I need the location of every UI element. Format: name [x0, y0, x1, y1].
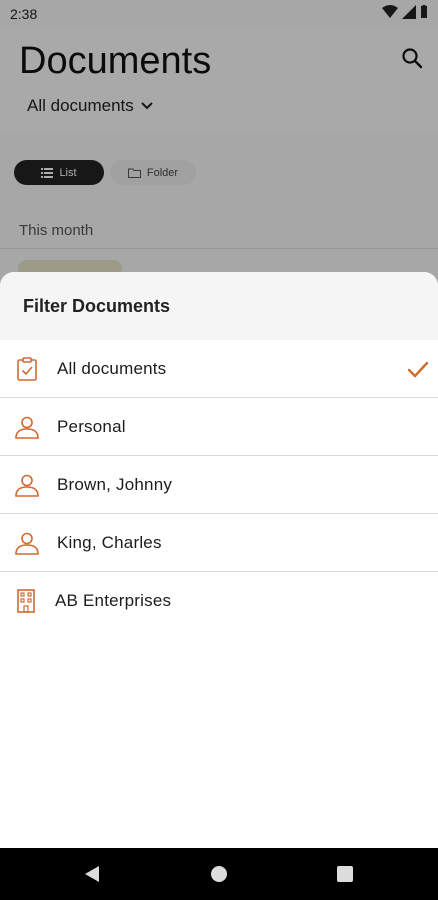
filter-option-label: King, Charles [57, 532, 162, 552]
sheet-title: Filter Documents [23, 295, 171, 316]
person-icon [15, 532, 39, 555]
building-icon [17, 589, 35, 613]
recents-icon[interactable] [337, 866, 353, 882]
filter-option-label: Brown, Johnny [57, 474, 173, 494]
filter-option-label: Personal [57, 416, 126, 436]
filter-option-brown-johnny[interactable]: Brown, Johnny [0, 456, 438, 514]
back-icon[interactable] [84, 865, 100, 883]
filter-bottom-sheet: Filter Documents All documents Personal … [0, 272, 438, 848]
filter-option-label: All documents [57, 358, 167, 378]
sheet-header: Filter Documents [0, 272, 438, 340]
filter-option-ab-enterprises[interactable]: AB Enterprises [0, 572, 438, 630]
home-icon[interactable] [211, 866, 227, 882]
filter-option-personal[interactable]: Personal [0, 398, 438, 456]
filter-option-all-documents[interactable]: All documents [0, 340, 438, 398]
person-icon [15, 416, 39, 439]
filter-option-label: AB Enterprises [55, 591, 172, 610]
system-nav-bar [0, 848, 438, 900]
checkmark-icon [407, 361, 429, 378]
clipboard-check-icon [17, 357, 37, 381]
person-icon [15, 474, 39, 497]
filter-option-king-charles[interactable]: King, Charles [0, 514, 438, 572]
